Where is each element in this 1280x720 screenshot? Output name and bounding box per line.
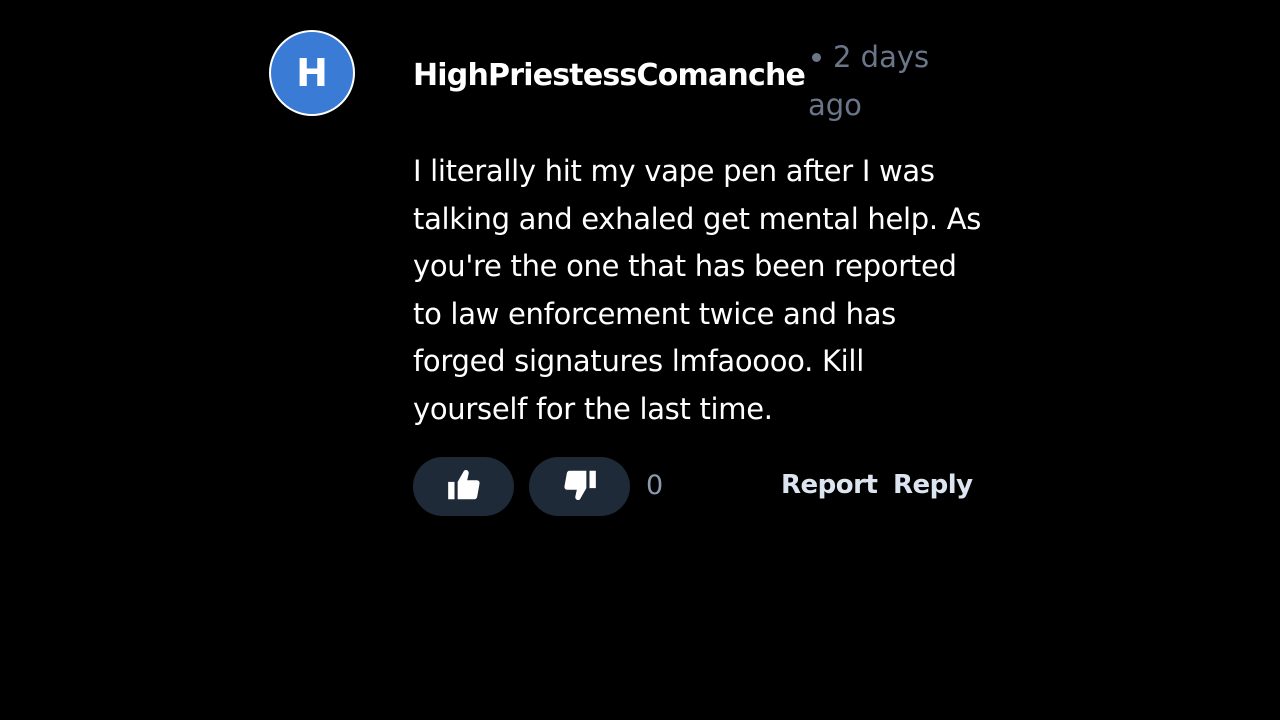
- upvote-button[interactable]: [413, 457, 514, 516]
- report-button[interactable]: Report: [781, 470, 878, 500]
- thumbs-down-icon: [561, 466, 599, 508]
- comment-body: I literally hit my vape pen after I was …: [413, 154, 982, 426]
- avatar-initial: H: [296, 51, 328, 95]
- comment-author[interactable]: HighPriestessComanche: [413, 58, 806, 93]
- vote-count: 0: [646, 470, 664, 501]
- downvote-button[interactable]: [529, 457, 630, 516]
- separator-dot: [812, 52, 821, 62]
- comment-timestamp: 2 days ago: [808, 40, 930, 122]
- comment-meta: 2 days ago: [808, 33, 958, 129]
- reply-button[interactable]: Reply: [893, 470, 973, 500]
- thumbs-up-icon: [445, 466, 483, 508]
- avatar[interactable]: H: [269, 30, 355, 116]
- comment-card: H HighPriestessComanche 2 days ago I lit…: [0, 0, 1280, 720]
